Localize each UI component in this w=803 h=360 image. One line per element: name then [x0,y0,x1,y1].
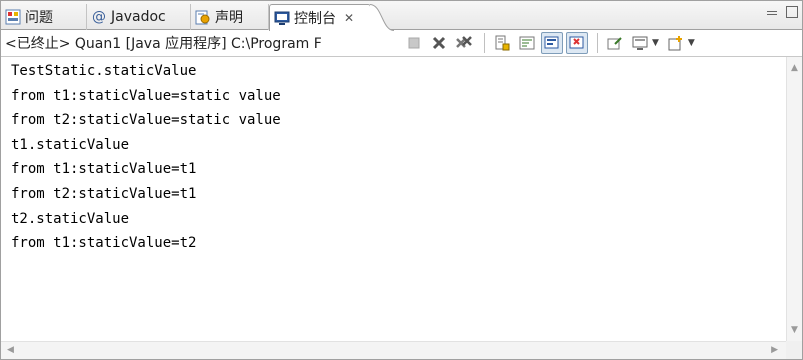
console-line: from t2:staticValue=t1 [11,185,197,202]
terminate-icon[interactable] [403,32,425,54]
remove-launch-icon[interactable] [428,32,450,54]
process-label: <已终止> Quan1 [Java 应用程序] C:\Program F [5,36,322,52]
console-icon [274,10,290,26]
console-line: from t1:staticValue=static value [11,87,281,104]
tab-curve [370,4,394,31]
tab-label: 问题 [25,10,53,26]
tab-console[interactable]: 控制台 ✕ [269,4,394,31]
console-line: TestStatic.staticValue [11,63,197,79]
console-line: t1.staticValue [11,136,130,153]
console-toolbar: <已终止> Quan1 [Java 应用程序] C:\Program F ▼ ▼ [1,30,802,57]
scroll-left-icon[interactable]: ◀ [7,345,14,355]
javadoc-at-icon: @ [92,9,106,25]
close-icon[interactable]: ✕ [344,11,354,25]
chevron-down-icon[interactable]: ▼ [652,38,659,48]
chevron-down-icon[interactable]: ▼ [688,38,695,48]
console-lines: TestStatic.staticValue from t1:staticVal… [1,57,786,256]
tab-declaration[interactable]: 声明 [191,4,269,30]
console-view-window: 问题 @ Javadoc 声明 控制台 ✕ <已终止> Quan1 [Java … [0,0,803,360]
show-on-stdout-icon[interactable] [541,32,563,54]
console-line: from t2:staticValue=static value [11,112,281,129]
word-wrap-icon[interactable] [516,32,538,54]
scroll-lock-icon[interactable] [491,32,513,54]
tab-label: 声明 [215,10,243,26]
console-line: from t1:staticValue=t1 [11,161,197,178]
tab-label: 控制台 [294,11,336,27]
scroll-up-icon[interactable]: ▲ [791,63,798,73]
maximize-icon[interactable] [786,6,798,18]
horizontal-scrollbar[interactable]: ◀ ▶ [1,341,786,359]
console-output[interactable]: TestStatic.staticValue from t1:staticVal… [1,57,786,341]
tab-problems[interactable]: 问题 [1,4,87,30]
view-tab-bar: 问题 @ Javadoc 声明 控制台 ✕ [1,1,802,31]
vertical-scrollbar[interactable]: ▲ ▼ [786,57,802,341]
remove-all-terminated-icon[interactable] [453,32,475,54]
toolbar-separator [484,33,485,53]
problems-icon [5,9,21,25]
declaration-icon [195,9,211,25]
toolbar-separator [597,33,598,53]
scroll-right-icon[interactable]: ▶ [771,345,778,355]
console-line: t2.staticValue [11,210,130,227]
console-line: from t1:staticValue=t2 [11,235,197,252]
show-on-stderr-icon[interactable] [566,32,588,54]
open-console-icon[interactable] [665,32,687,54]
scrollbar-corner [786,341,802,359]
minimize-icon[interactable] [766,6,778,18]
tab-javadoc[interactable]: @ Javadoc [87,4,191,30]
pin-console-icon[interactable] [604,32,626,54]
scroll-down-icon[interactable]: ▼ [791,325,798,335]
display-console-icon[interactable] [629,32,651,54]
view-window-controls [766,6,798,18]
tab-label: Javadoc [111,9,166,25]
